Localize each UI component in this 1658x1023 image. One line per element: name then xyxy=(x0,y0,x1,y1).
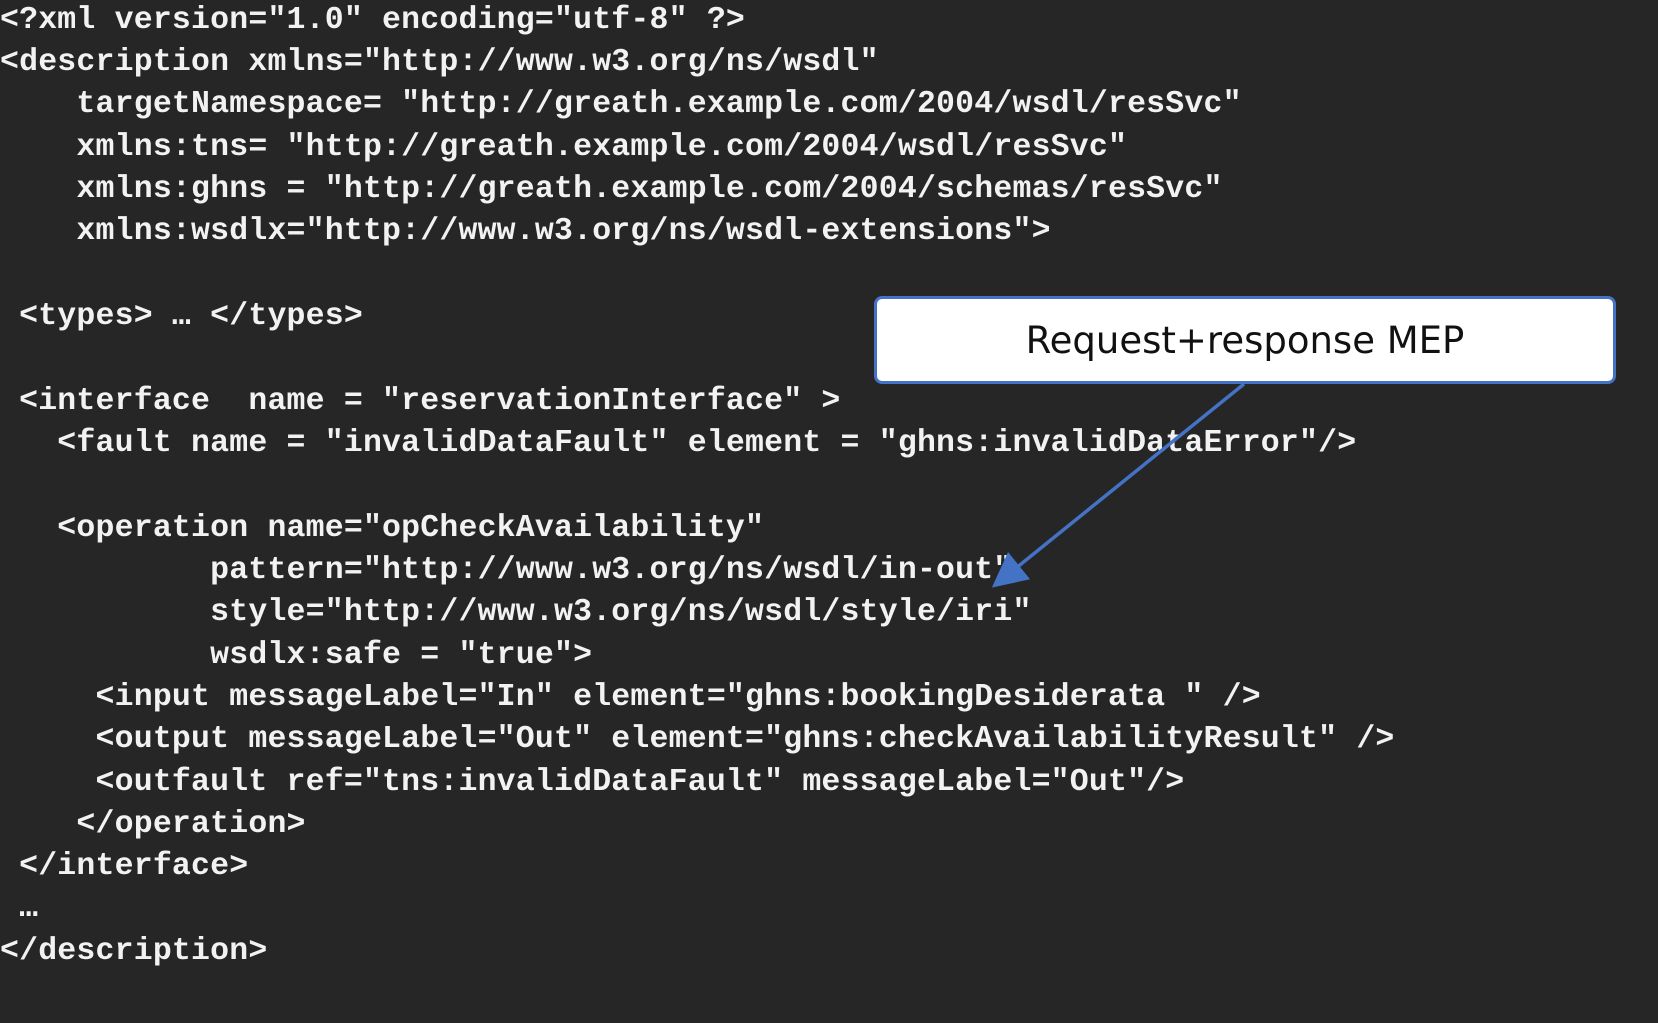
code-line-ellipsis: … xyxy=(0,891,39,926)
callout-label: Request+response MEP xyxy=(1025,318,1465,362)
code-line-operation-safe: wsdlx:safe = "true"> xyxy=(0,638,593,673)
code-line-target-namespace: targetNamespace= "http://greath.example.… xyxy=(0,87,1242,122)
callout-box: Request+response MEP xyxy=(874,296,1616,384)
code-line-xmlns-tns: xmlns:tns= "http://greath.example.com/20… xyxy=(0,130,1128,165)
code-line-operation-open: <operation name="opCheckAvailability" xyxy=(0,511,765,546)
code-line-fault: <fault name = "invalidDataFault" element… xyxy=(0,426,1357,461)
code-line-description-close: </description> xyxy=(0,934,268,969)
code-line-output: <output messageLabel="Out" element="ghns… xyxy=(0,722,1395,757)
code-line-description-open: <description xmlns="http://www.w3.org/ns… xyxy=(0,45,879,80)
code-line-types: <types> … </types> xyxy=(0,299,363,334)
code-line-operation-pattern: pattern="http://www.w3.org/ns/wsdl/in-ou… xyxy=(0,553,1013,588)
code-line-outfault: <outfault ref="tns:invalidDataFault" mes… xyxy=(0,765,1185,800)
code-line-interface-open: <interface name = "reservationInterface"… xyxy=(0,384,841,419)
code-line-xml-declaration: <?xml version="1.0" encoding="utf-8" ?> xyxy=(0,3,746,38)
code-line-interface-close: </interface> xyxy=(0,849,249,884)
callout-arrow-line xyxy=(991,382,1246,588)
code-line-operation-style: style="http://www.w3.org/ns/wsdl/style/i… xyxy=(0,595,1032,630)
code-line-xmlns-wsdlx: xmlns:wsdlx="http://www.w3.org/ns/wsdl-e… xyxy=(0,214,1051,249)
code-line-input: <input messageLabel="In" element="ghns:b… xyxy=(0,680,1261,715)
code-line-operation-close: </operation> xyxy=(0,807,306,842)
code-line-xmlns-ghns: xmlns:ghns = "http://greath.example.com/… xyxy=(0,172,1223,207)
